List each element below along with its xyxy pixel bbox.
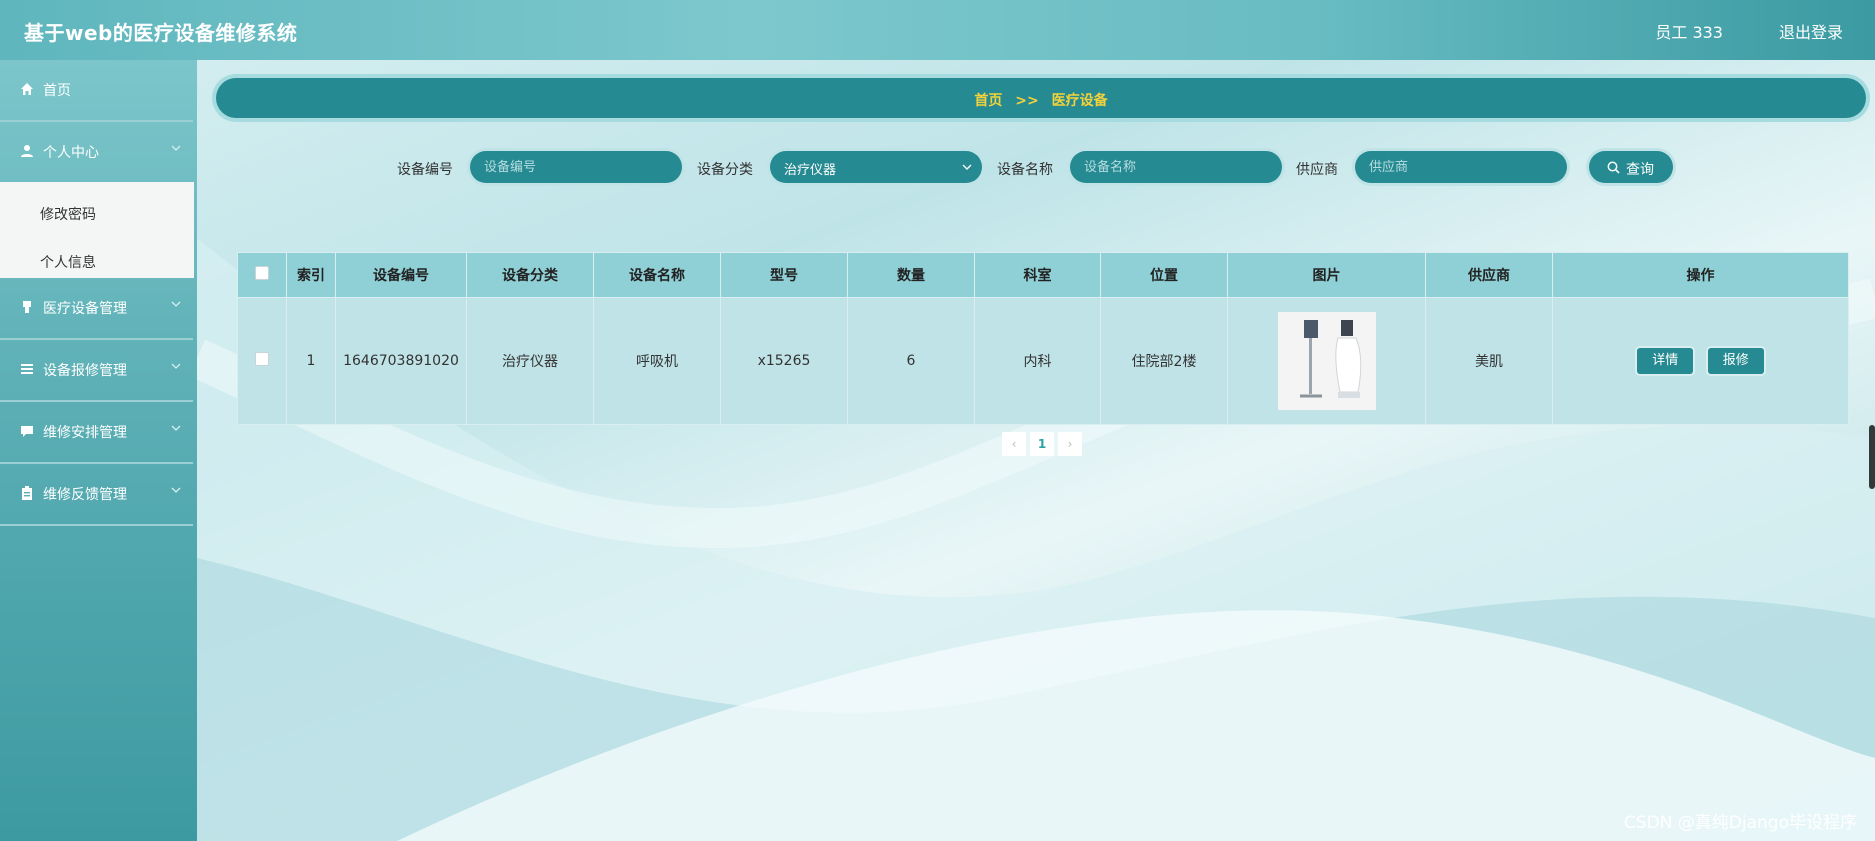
detail-button[interactable]: 详情 bbox=[1637, 348, 1694, 374]
equipment-category-select[interactable]: 治疗仪器 bbox=[770, 151, 982, 183]
sidebar-item-repair-feedback-management[interactable]: 维修反馈管理 bbox=[0, 464, 193, 526]
sidebar-item-label: 个人中心 bbox=[43, 145, 99, 161]
column-header: 科室 bbox=[974, 252, 1101, 298]
prev-page-button[interactable]: ‹ bbox=[1002, 432, 1026, 456]
column-header: 设备名称 bbox=[593, 252, 721, 298]
table-header-row: 索引 设备编号 设备分类 设备名称 型号 数量 科室 位置 图片 供应商 操作 bbox=[237, 252, 1849, 298]
breadcrumb-current: 医疗设备 bbox=[1051, 93, 1108, 109]
cell-index: 1 bbox=[286, 297, 336, 425]
chevron-down-icon bbox=[171, 487, 181, 493]
sidebar-item-repair-request-management[interactable]: 设备报修管理 bbox=[0, 340, 193, 402]
equipment-code-input[interactable] bbox=[470, 151, 682, 183]
sidebar-item-equipment-management[interactable]: 医疗设备管理 bbox=[0, 278, 193, 340]
query-button[interactable]: 查询 bbox=[1589, 151, 1673, 183]
supplier-input[interactable] bbox=[1355, 151, 1567, 183]
cell-equipment-code: 1646703891020 bbox=[335, 297, 467, 425]
equipment-name-input[interactable] bbox=[1070, 151, 1282, 183]
cell-image bbox=[1227, 297, 1426, 425]
clipboard-icon bbox=[22, 486, 32, 500]
top-bar: 基于web的医疗设备维修系统 员工 333 退出登录 bbox=[0, 0, 1875, 60]
watermark: CSDN @真纯Django毕设程序 bbox=[1623, 813, 1857, 833]
chevron-down-icon bbox=[171, 301, 181, 307]
cell-supplier: 美肌 bbox=[1425, 297, 1553, 425]
column-header: 型号 bbox=[720, 252, 848, 298]
cell-model: x15265 bbox=[720, 297, 848, 425]
column-header: 供应商 bbox=[1425, 252, 1553, 298]
sidebar-item-label: 医疗设备管理 bbox=[43, 301, 127, 317]
cell-department: 内科 bbox=[974, 297, 1101, 425]
sidebar-item-label: 设备报修管理 bbox=[43, 363, 127, 379]
column-header: 图片 bbox=[1227, 252, 1426, 298]
chevron-down-icon bbox=[171, 145, 181, 151]
submenu-item-change-password[interactable]: 修改密码 bbox=[40, 204, 96, 224]
list-icon bbox=[21, 364, 33, 374]
sidebar-item-repair-schedule-management[interactable]: 维修安排管理 bbox=[0, 402, 193, 464]
sidebar-item-personal-center[interactable]: 个人中心 bbox=[0, 122, 193, 184]
page-number[interactable]: 1 bbox=[1030, 432, 1054, 456]
row-checkbox[interactable] bbox=[255, 352, 269, 366]
user-icon bbox=[21, 145, 33, 157]
logout-button[interactable]: 退出登录 bbox=[1779, 19, 1843, 43]
table-row: 1 1646703891020 治疗仪器 呼吸机 x15265 6 内科 住院部… bbox=[237, 297, 1849, 425]
column-header: 设备分类 bbox=[466, 252, 594, 298]
column-header: 索引 bbox=[286, 252, 336, 298]
equipment-code-label: 设备编号 bbox=[397, 162, 453, 178]
chevron-down-icon bbox=[171, 363, 181, 369]
current-user: 员工 333 bbox=[1655, 23, 1723, 42]
cell-location: 住院部2楼 bbox=[1100, 297, 1228, 425]
equipment-image[interactable] bbox=[1277, 312, 1376, 410]
select-all-checkbox[interactable] bbox=[255, 266, 269, 280]
personal-center-submenu: 修改密码 个人信息 bbox=[0, 182, 194, 278]
column-header: 操作 bbox=[1552, 252, 1849, 298]
query-button-label: 查询 bbox=[1626, 162, 1654, 178]
submenu-item-personal-info[interactable]: 个人信息 bbox=[40, 252, 96, 272]
sidebar-item-label: 维修反馈管理 bbox=[43, 487, 127, 503]
equipment-name-label: 设备名称 bbox=[997, 162, 1053, 178]
cell-equipment-name: 呼吸机 bbox=[593, 297, 721, 425]
breadcrumb: 首页 >> 医疗设备 bbox=[216, 78, 1866, 118]
app-title: 基于web的医疗设备维修系统 bbox=[24, 21, 298, 45]
comment-icon bbox=[21, 426, 33, 437]
breadcrumb-separator: >> bbox=[1015, 93, 1039, 109]
header-select-all[interactable] bbox=[237, 252, 287, 298]
chevron-down-icon bbox=[171, 425, 181, 431]
equipment-table: 索引 设备编号 设备分类 设备名称 型号 数量 科室 位置 图片 供应商 操作 … bbox=[237, 252, 1849, 425]
cell-actions: 详情 报修 bbox=[1552, 297, 1849, 425]
chevron-down-icon bbox=[962, 164, 972, 170]
sidebar-item-home[interactable]: 首页 bbox=[0, 60, 193, 122]
sidebar-item-label: 首页 bbox=[43, 83, 71, 99]
sidebar-item-label: 维修安排管理 bbox=[43, 425, 127, 441]
column-header: 位置 bbox=[1100, 252, 1228, 298]
cell-category: 治疗仪器 bbox=[466, 297, 594, 425]
sidebar: 首页 个人中心 修改密码 个人信息 医疗设备管理 设备报修管理 维修安排管理 维… bbox=[0, 60, 197, 841]
repair-button[interactable]: 报修 bbox=[1707, 348, 1764, 374]
equipment-category-label: 设备分类 bbox=[697, 162, 753, 178]
search-icon bbox=[1607, 161, 1620, 174]
breadcrumb-home[interactable]: 首页 bbox=[974, 93, 1002, 109]
equipment-icon bbox=[23, 301, 31, 313]
category-selected-value: 治疗仪器 bbox=[784, 163, 837, 178]
cell-quantity: 6 bbox=[847, 297, 975, 425]
column-header: 设备编号 bbox=[335, 252, 467, 298]
column-header: 数量 bbox=[847, 252, 975, 298]
scrollbar-handle[interactable] bbox=[1869, 425, 1875, 489]
next-page-button[interactable]: › bbox=[1058, 432, 1082, 456]
home-icon bbox=[21, 83, 33, 95]
supplier-label: 供应商 bbox=[1296, 162, 1338, 178]
